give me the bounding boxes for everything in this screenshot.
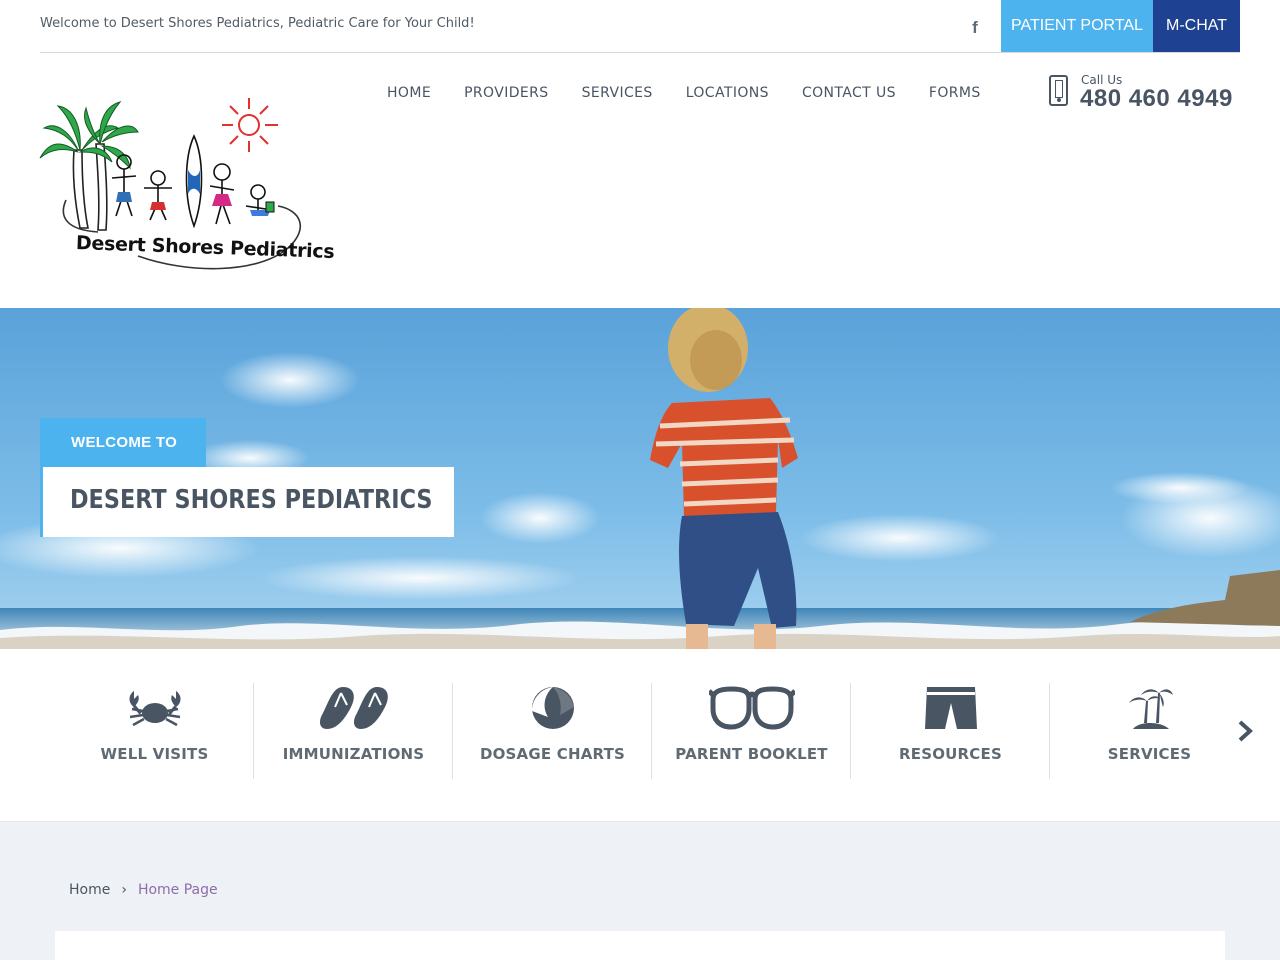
service-parent-booklet[interactable]: PARENT BOOKLET — [652, 683, 851, 779]
nav-locations[interactable]: LOCATIONS — [686, 85, 769, 101]
swim-shorts-icon — [924, 687, 977, 729]
nav-contact-us[interactable]: CONTACT US — [802, 85, 896, 101]
service-label: SERVICES — [1107, 745, 1192, 763]
service-resources[interactable]: RESOURCES — [851, 683, 1050, 779]
nav-services[interactable]: SERVICES — [582, 85, 653, 101]
sunglasses-icon — [708, 686, 795, 730]
chevron-right-icon[interactable] — [1236, 719, 1256, 743]
main-nav: HOME PROVIDERS SERVICES LOCATIONS CONTAC… — [387, 85, 981, 101]
top-bar: Welcome to Desert Shores Pediatrics, Ped… — [0, 0, 1280, 53]
breadcrumb: Home › Home Page — [69, 882, 218, 898]
service-label: WELL VISITS — [100, 745, 209, 763]
services-carousel: WELL VISITS IMMUNIZATIONS DOSAGE CHARTS — [0, 649, 1280, 821]
nav-home[interactable]: HOME — [387, 85, 431, 101]
service-label: PARENT BOOKLET — [675, 745, 828, 763]
crab-icon — [129, 691, 180, 727]
patient-portal-button[interactable]: PATIENT PORTAL — [1001, 0, 1153, 52]
content-card — [55, 931, 1225, 960]
flip-flops-icon — [319, 687, 388, 729]
top-divider — [40, 52, 1240, 53]
service-label: RESOURCES — [899, 745, 1002, 763]
welcome-tag: WELCOME TO — [40, 418, 206, 468]
breadcrumb-current: Home Page — [137, 882, 218, 898]
palm-island-icon — [1128, 689, 1173, 729]
nav-providers[interactable]: PROVIDERS — [464, 85, 549, 101]
mobile-phone-icon — [1049, 75, 1068, 106]
service-dosage-charts[interactable]: DOSAGE CHARTS — [453, 683, 652, 779]
breadcrumb-home-link[interactable]: Home — [69, 882, 110, 898]
phone-number-link[interactable]: 480 460 4949 — [1080, 85, 1233, 113]
welcome-text: Welcome to Desert Shores Pediatrics, Ped… — [40, 16, 475, 31]
sun-icon — [222, 98, 278, 152]
service-well-visits[interactable]: WELL VISITS — [55, 683, 254, 779]
hero-banner: WELCOME TO DESERT SHORES PEDIATRICS — [0, 308, 1280, 649]
service-services[interactable]: SERVICES — [1050, 683, 1249, 779]
chevron-right-icon: › — [121, 882, 127, 898]
nav-forms[interactable]: FORMS — [929, 85, 981, 101]
service-label: IMMUNIZATIONS — [282, 745, 425, 763]
hero-title: DESERT SHORES PEDIATRICS — [70, 485, 433, 515]
facebook-icon[interactable]: f — [966, 18, 984, 38]
beach-ball-icon — [531, 687, 574, 729]
content-area: Home › Home Page — [0, 821, 1280, 960]
mchat-button[interactable]: M-CHAT — [1153, 0, 1240, 52]
hero-title-box: DESERT SHORES PEDIATRICS — [40, 467, 454, 537]
service-label: DOSAGE CHARTS — [479, 745, 626, 763]
service-immunizations[interactable]: IMMUNIZATIONS — [254, 683, 453, 779]
